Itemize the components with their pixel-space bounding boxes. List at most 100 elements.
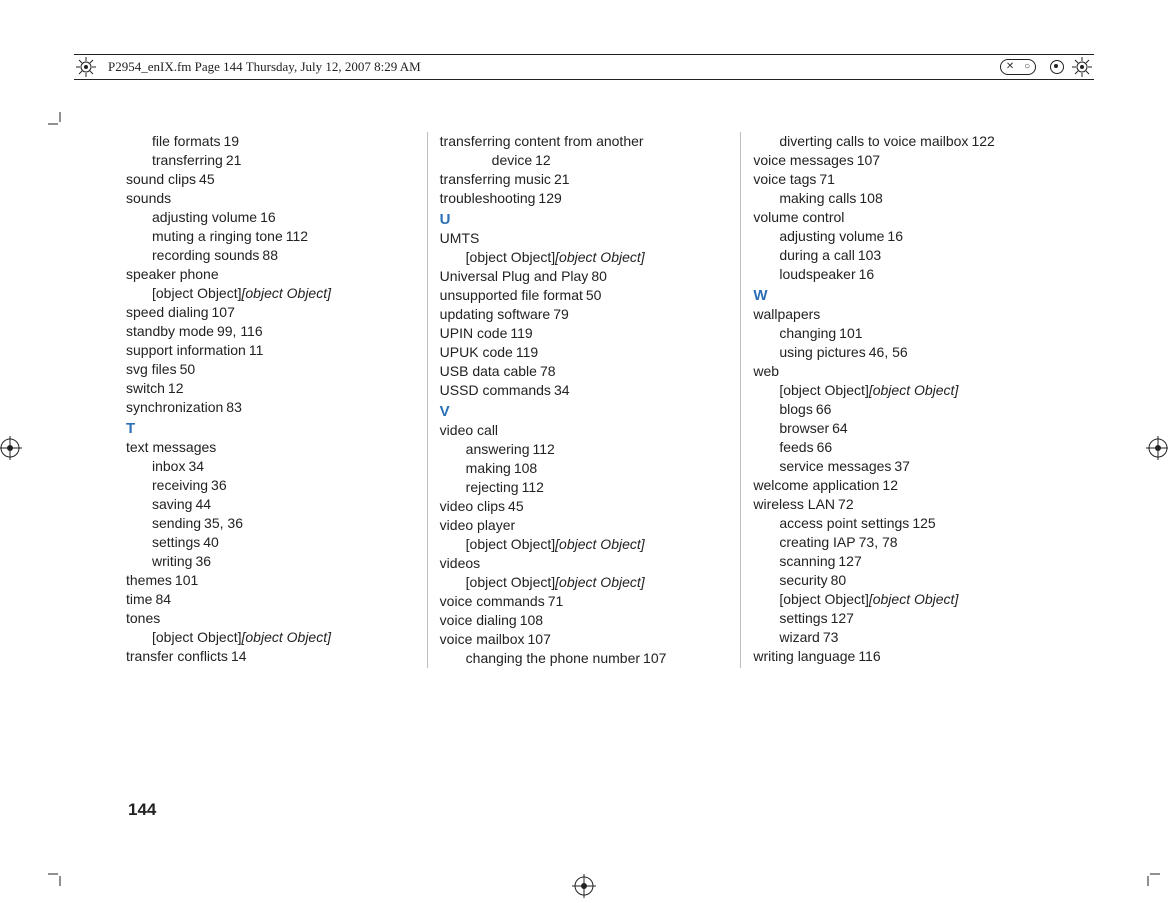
index-entry: browser64 [753, 419, 1046, 438]
index-entry: time84 [126, 590, 419, 609]
index-column-2: transferring content from another device… [440, 132, 742, 668]
index-entry: device12 [440, 151, 733, 170]
index-entry: wallpapers [753, 305, 1046, 324]
index-entry: UPUK code119 [440, 343, 733, 362]
index-entry: sounds [126, 189, 419, 208]
index-entry: [object Object][object Object] [440, 248, 733, 267]
index-entry: [object Object][object Object] [753, 590, 1046, 609]
index-entry: blogs66 [753, 400, 1046, 419]
index-entry: service messages37 [753, 457, 1046, 476]
registration-mark-bottom [572, 874, 596, 898]
index-entry: [object Object][object Object] [753, 381, 1046, 400]
index-entry: volume control [753, 208, 1046, 227]
index-entry: settings127 [753, 609, 1046, 628]
print-header-bar: P2954_enIX.fm Page 144 Thursday, July 12… [74, 54, 1094, 80]
index-entry: settings40 [126, 533, 419, 552]
index-entry: making calls108 [753, 189, 1046, 208]
crop-mark-bottom-right [1136, 862, 1160, 886]
index-entry: changing101 [753, 324, 1046, 343]
index-entry: USB data cable78 [440, 362, 733, 381]
index-entry: [object Object][object Object] [440, 535, 733, 554]
index-entry: scanning127 [753, 552, 1046, 571]
index-entry: welcome application12 [753, 476, 1046, 495]
index-entry: speaker phone [126, 265, 419, 284]
crop-mark-bottom-left [48, 862, 72, 886]
index-column-3: diverting calls to voice mailbox122 voic… [753, 132, 1046, 668]
index-entry: transferring music21 [440, 170, 733, 189]
index-entry: diverting calls to voice mailbox122 [753, 132, 1046, 151]
index-letter: V [440, 402, 733, 421]
index-entry: voice messages107 [753, 151, 1046, 170]
index-entry: during a call103 [753, 246, 1046, 265]
index-entry: UMTS [440, 229, 733, 248]
index-entry: muting a ringing tone112 [126, 227, 419, 246]
index-entry: receiving36 [126, 476, 419, 495]
registration-mark-left [0, 436, 22, 460]
index-entry: troubleshooting129 [440, 189, 733, 208]
index-entry: transfer conflicts14 [126, 647, 419, 666]
index-entry: changing the phone number107 [440, 649, 733, 668]
index-entry: voice tags71 [753, 170, 1046, 189]
index-entry: adjusting volume16 [126, 208, 419, 227]
index-entry: Universal Plug and Play80 [440, 267, 733, 286]
index-entry: [object Object][object Object] [126, 284, 419, 303]
index-entry: answering112 [440, 440, 733, 459]
index-entry: speed dialing107 [126, 303, 419, 322]
index-entry: transferring21 [126, 151, 419, 170]
index-entry: security80 [753, 571, 1046, 590]
header-dot-icon [1050, 60, 1064, 74]
gear-icon [1070, 55, 1094, 79]
index-column-1: file formats19 transferring21 sound clip… [126, 132, 428, 668]
index-entry: loudspeaker16 [753, 265, 1046, 284]
crop-mark-top-left [48, 112, 72, 136]
index-entry: wireless LAN72 [753, 495, 1046, 514]
index-entry: [object Object][object Object] [440, 573, 733, 592]
index-entry: svg files50 [126, 360, 419, 379]
index-entry: feeds66 [753, 438, 1046, 457]
index-entry: [object Object][object Object] [126, 628, 419, 647]
index-entry: video player [440, 516, 733, 535]
index-entry: sending35, 36 [126, 514, 419, 533]
index-entry: USSD commands34 [440, 381, 733, 400]
index-entry: text messages [126, 438, 419, 457]
index-entry: support information11 [126, 341, 419, 360]
index-entry: writing36 [126, 552, 419, 571]
index-entry: access point settings125 [753, 514, 1046, 533]
index-entry: voice commands71 [440, 592, 733, 611]
index-entry: web [753, 362, 1046, 381]
index-entry: video clips45 [440, 497, 733, 516]
index-entry: creating IAP73, 78 [753, 533, 1046, 552]
index-entry: inbox34 [126, 457, 419, 476]
index-entry: writing language116 [753, 647, 1046, 666]
index-entry: using pictures46, 56 [753, 343, 1046, 362]
index-entry: sound clips45 [126, 170, 419, 189]
index-entry: switch12 [126, 379, 419, 398]
index-entry: recording sounds88 [126, 246, 419, 265]
index-entry: transferring content from another [440, 132, 733, 151]
index-entry: adjusting volume16 [753, 227, 1046, 246]
index-letter: W [753, 286, 1046, 305]
index-letter: U [440, 210, 733, 229]
index-entry: voice mailbox107 [440, 630, 733, 649]
header-xo-icon: ✕○ [1000, 59, 1036, 75]
index-entry: themes101 [126, 571, 419, 590]
index-entry: making108 [440, 459, 733, 478]
index-entry: updating software79 [440, 305, 733, 324]
index-entry: file formats19 [126, 132, 419, 151]
print-header-label: P2954_enIX.fm Page 144 Thursday, July 12… [98, 59, 421, 75]
index-entry: UPIN code119 [440, 324, 733, 343]
index-entry: voice dialing108 [440, 611, 733, 630]
index-entry: synchronization83 [126, 398, 419, 417]
index-entry: rejecting112 [440, 478, 733, 497]
page-number: 144 [128, 800, 156, 820]
index-entry: tones [126, 609, 419, 628]
registration-mark-right [1146, 436, 1168, 460]
index-entry: wizard73 [753, 628, 1046, 647]
index-entry: video call [440, 421, 733, 440]
index-entry: unsupported file format50 [440, 286, 733, 305]
index-page: file formats19 transferring21 sound clip… [126, 132, 1046, 668]
index-letter: T [126, 419, 419, 438]
index-entry: standby mode99, 116 [126, 322, 419, 341]
index-entry: saving44 [126, 495, 419, 514]
index-entry: videos [440, 554, 733, 573]
